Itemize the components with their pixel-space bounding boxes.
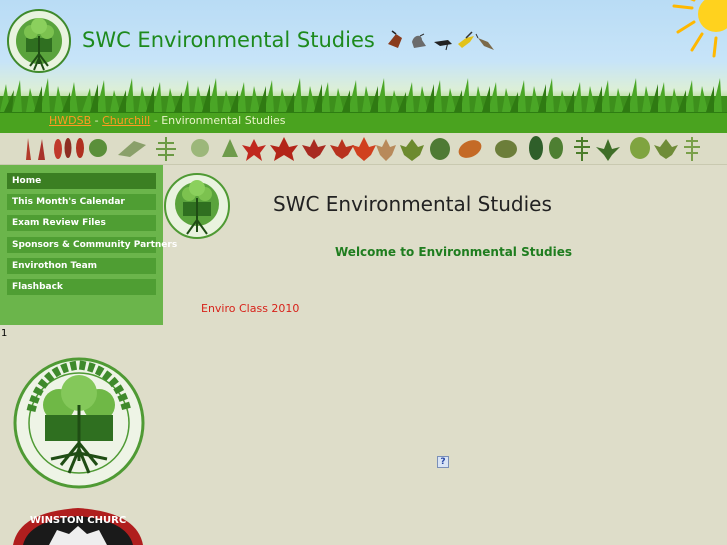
crest-text: WINSTON CHURC: [30, 515, 126, 526]
birds-icon: [388, 30, 494, 51]
sidebar-item-sponsors[interactable]: Sponsors & Community Partners: [7, 237, 177, 253]
page-title: SWC Environmental Studies: [273, 192, 552, 216]
sidebar: Home This Month's Calendar Exam Review F…: [0, 165, 177, 325]
sidebar-item-envirothon[interactable]: Envirothon Team: [7, 258, 156, 274]
breadcrumb-link-churchill[interactable]: Churchill: [102, 114, 150, 127]
grass-banner: [0, 78, 727, 112]
breadcrumb-current: Environmental Studies: [161, 114, 286, 127]
env-studies-logo-icon: [13, 357, 145, 489]
breadcrumb-separator: -: [150, 114, 162, 127]
breadcrumb: HWDSB - Churchill - Environmental Studie…: [49, 114, 286, 127]
school-crest-icon: WINSTON CHURC: [13, 508, 143, 545]
site-header: SWC Environmental Studies: [0, 0, 727, 112]
sidebar-item-calendar[interactable]: This Month's Calendar: [7, 194, 156, 210]
breadcrumb-bar: HWDSB - Churchill - Environmental Studie…: [0, 112, 727, 134]
broken-image-icon: ?: [437, 456, 449, 468]
enviro-class-link[interactable]: Enviro Class 2010: [201, 302, 299, 315]
breadcrumb-link-hwdsb[interactable]: HWDSB: [49, 114, 91, 127]
sidebar-item-home[interactable]: Home: [7, 173, 156, 189]
sun-icon: [672, 0, 727, 58]
stray-text: 1: [1, 328, 8, 339]
site-logo-icon[interactable]: [6, 6, 72, 76]
breadcrumb-separator: -: [91, 114, 103, 127]
sidebar-item-exam-review[interactable]: Exam Review Files: [7, 215, 156, 231]
welcome-heading: Welcome to Environmental Studies: [335, 245, 572, 259]
leaf-strip-banner: [0, 133, 727, 165]
sidebar-item-flashback[interactable]: Flashback: [7, 279, 156, 295]
main-logo-icon: [164, 173, 230, 239]
site-title[interactable]: SWC Environmental Studies: [82, 28, 375, 52]
